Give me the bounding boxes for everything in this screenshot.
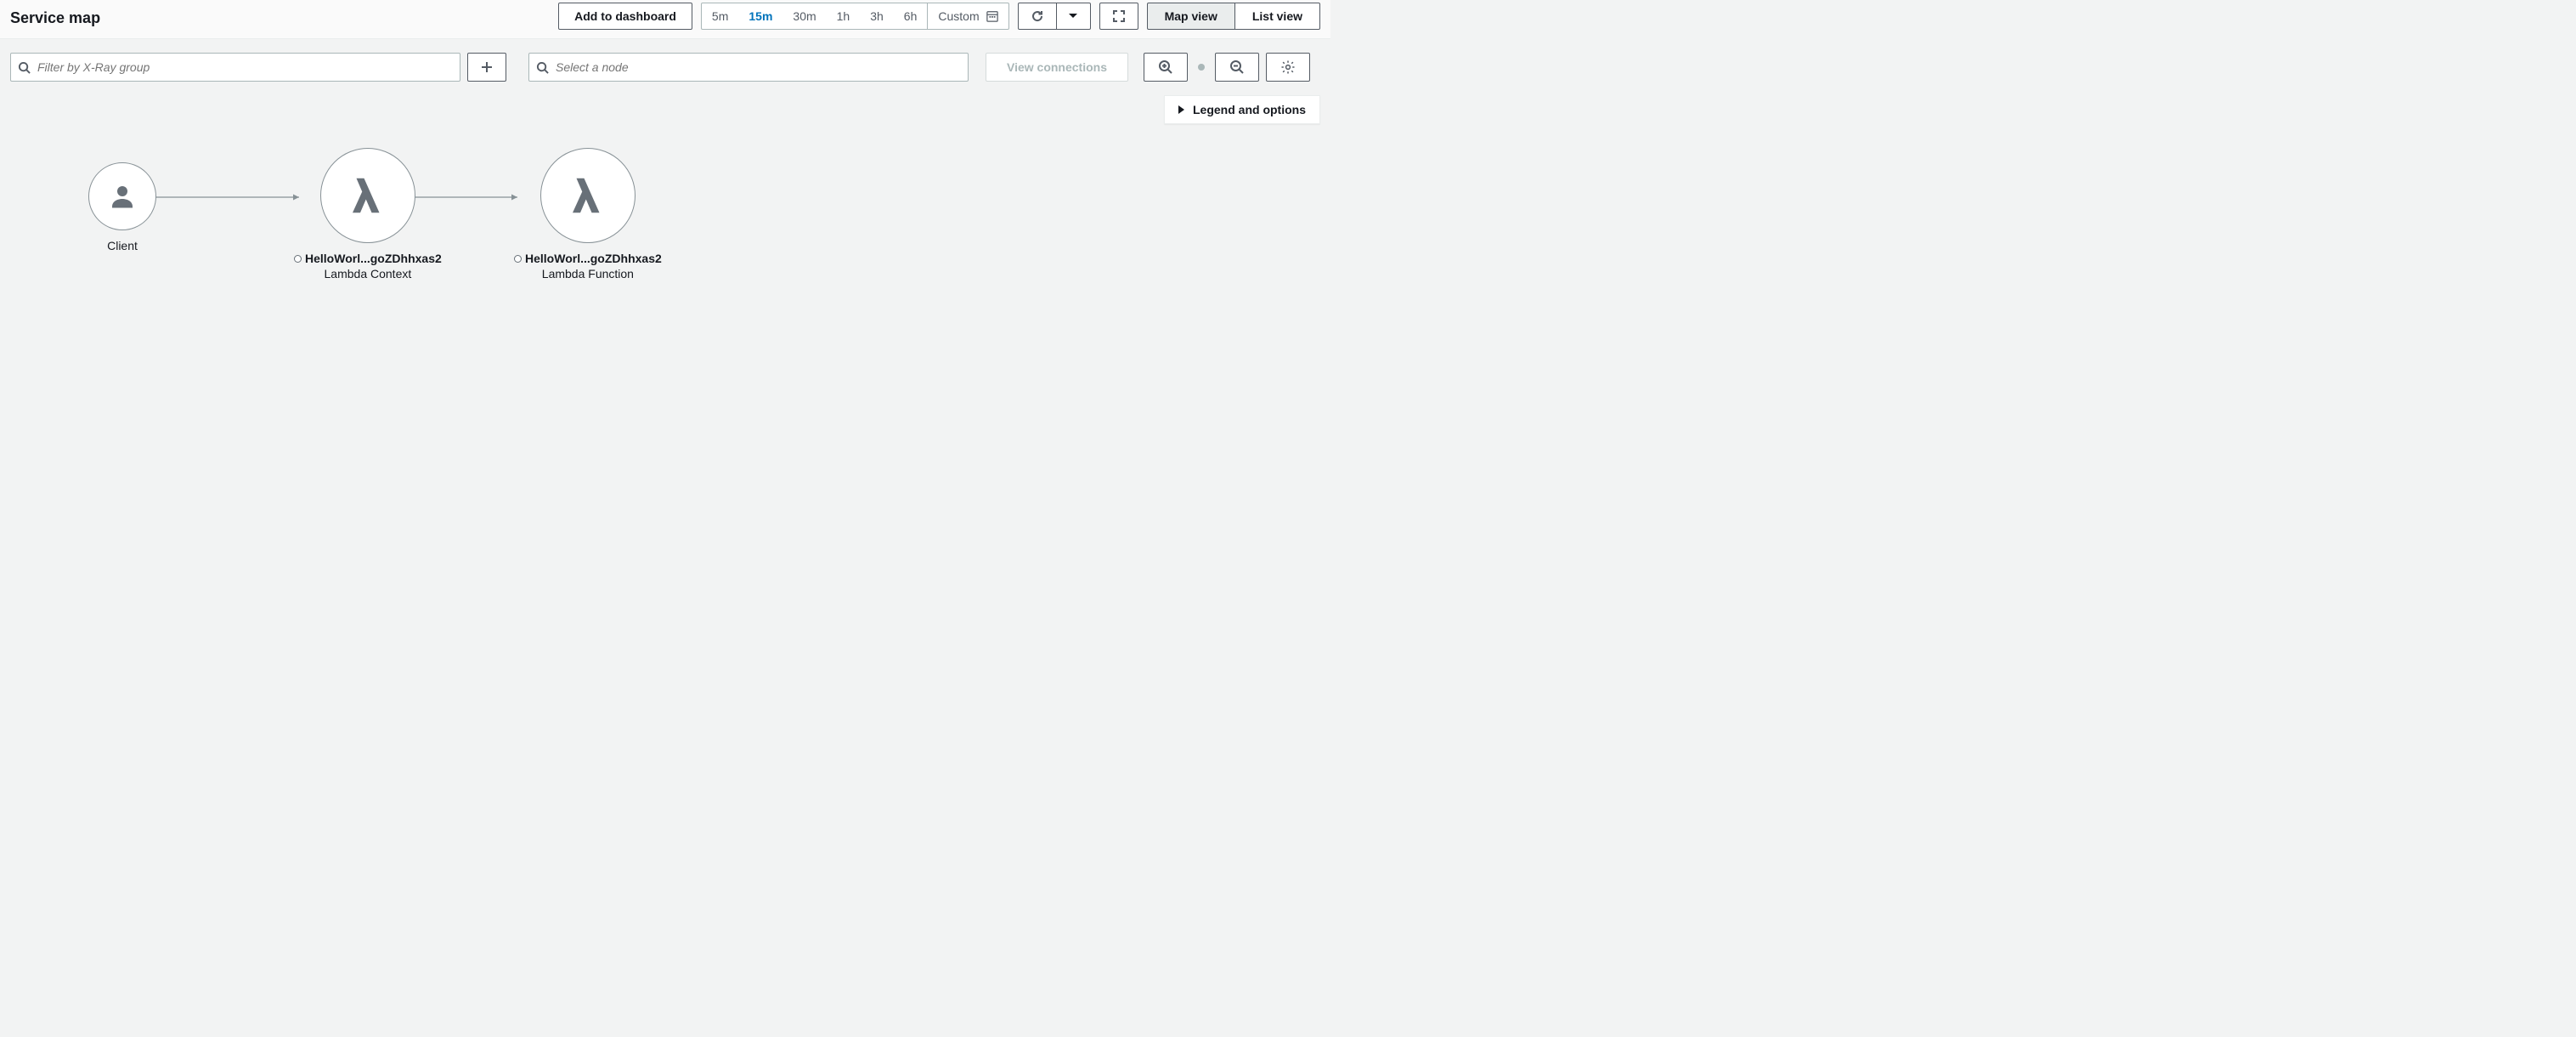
node-function-circle[interactable] [540,148,636,243]
filter-row: View connections [0,39,1330,95]
page-title: Service map [10,4,100,27]
node-function-label: HelloWorl...goZDhhxas2 [514,252,662,265]
user-icon [107,181,138,212]
map-view-button[interactable]: Map view [1147,3,1235,30]
status-dot [294,255,302,263]
node-lambda-context[interactable]: HelloWorl...goZDhhxas2 Lambda Context [294,148,442,280]
time-6h[interactable]: 6h [894,3,928,29]
settings-button[interactable] [1266,53,1310,82]
zoom-out-button[interactable] [1215,53,1259,82]
time-1h[interactable]: 1h [827,3,861,29]
calendar-icon [986,10,998,22]
view-toggle: Map view List view [1147,3,1320,30]
zoom-in-button[interactable] [1144,53,1188,82]
search-icon [18,61,31,74]
plus-icon [480,60,494,74]
edge-client-context [155,189,308,206]
view-connections-button[interactable]: View connections [986,53,1128,82]
search-icon [536,61,549,74]
list-view-button[interactable]: List view [1235,3,1320,30]
gear-icon [1280,60,1296,75]
map-canvas[interactable]: Legend and options Client [10,95,1320,520]
status-dot [514,255,522,263]
node-context-type: Lambda Context [325,267,412,280]
time-30m[interactable]: 30m [782,3,826,29]
add-filter-button[interactable] [467,53,506,82]
node-select-input[interactable] [556,60,961,74]
triangle-right-icon [1178,105,1184,114]
legend-toggle[interactable]: Legend and options [1164,95,1320,124]
time-3h[interactable]: 3h [860,3,894,29]
node-client[interactable]: Client [88,162,156,252]
time-range-selector: 5m 15m 30m 1h 3h 6h Custom [701,3,1009,30]
time-custom-label: Custom [938,9,979,23]
zoom-in-icon [1158,60,1173,75]
xray-filter-wrap[interactable] [10,53,460,82]
time-5m[interactable]: 5m [702,3,738,29]
refresh-dropdown-button[interactable] [1057,3,1091,30]
node-client-label: Client [107,239,138,252]
fullscreen-button[interactable] [1099,3,1138,30]
refresh-icon [1031,9,1044,23]
time-custom[interactable]: Custom [927,3,1008,29]
add-to-dashboard-button[interactable]: Add to dashboard [558,3,692,30]
refresh-group [1018,3,1091,30]
node-function-type: Lambda Function [542,267,634,280]
legend-label: Legend and options [1193,103,1306,116]
node-client-circle[interactable] [88,162,156,230]
expand-icon [1112,9,1126,23]
xray-filter-input[interactable] [37,60,453,74]
node-context-label: HelloWorl...goZDhhxas2 [294,252,442,265]
refresh-button[interactable] [1018,3,1057,30]
node-select-wrap[interactable] [528,53,969,82]
node-lambda-function[interactable]: HelloWorl...goZDhhxas2 Lambda Function [514,148,662,280]
lambda-icon [345,173,391,218]
zoom-out-icon [1229,60,1245,75]
caret-down-icon [1068,13,1078,20]
header-bar: Service map Add to dashboard 5m 15m 30m … [0,0,1330,39]
lambda-icon [565,173,611,218]
zoom-controls [1144,53,1259,82]
time-15m[interactable]: 15m [738,3,782,29]
zoom-indicator-dot [1198,64,1205,71]
node-context-circle[interactable] [320,148,415,243]
